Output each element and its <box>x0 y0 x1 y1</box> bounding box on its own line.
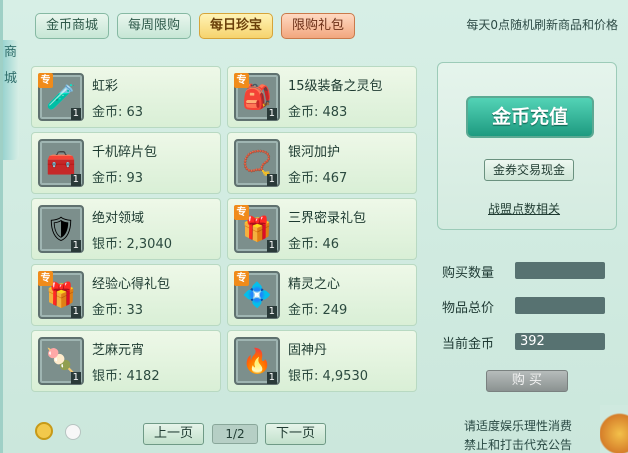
item-price: 金币: 483 <box>288 105 348 120</box>
alliance-points-link[interactable]: 战盟点数相关 <box>488 200 560 217</box>
elixir-icon: 🔥 1 <box>234 337 280 385</box>
rice-dumpling-icon: 🍡 1 <box>38 337 84 385</box>
item-glyph: 🧪 <box>46 83 76 111</box>
item-price: 银币: 2,3040 <box>92 237 172 252</box>
item-price: 金币: 33 <box>92 303 144 318</box>
item-glyph: 🎒 <box>242 83 272 111</box>
item-name: 精灵之心 <box>288 277 341 292</box>
corner-emblem-icon <box>600 405 628 453</box>
item-price: 金币: 249 <box>288 303 348 318</box>
item-quantity: 1 <box>70 306 81 318</box>
item-price: 银币: 4182 <box>92 369 160 384</box>
item-glyph: 🎁 <box>46 281 76 309</box>
item-glyph: 🎁 <box>242 215 272 243</box>
coupon-trade-button[interactable]: 金券交易现金 <box>484 159 574 181</box>
tab-daily-treasure[interactable]: 每日珍宝 <box>199 13 274 39</box>
item-card[interactable]: 🔥 1 固神丹 银币: 4,9530 <box>227 330 417 392</box>
toggle-dot-icon[interactable] <box>65 424 81 440</box>
necklace-icon: 📿 1 <box>234 139 280 187</box>
item-quantity: 1 <box>70 174 81 186</box>
item-name: 三界密录礼包 <box>288 211 367 226</box>
page-indicator: 1/2 <box>212 424 258 444</box>
item-card[interactable]: 🧰 1 千机碎片包 金币: 93 <box>31 132 221 194</box>
item-name: 虹彩 <box>92 79 119 94</box>
item-quantity: 1 <box>266 174 277 186</box>
item-glyph: 💠 <box>242 281 272 309</box>
side-label-char-2: 城 <box>4 71 18 86</box>
armor-icon: 🛡 1 <box>38 205 84 253</box>
refresh-notice: 每天0点随机刷新商品和价格 <box>466 18 618 32</box>
item-name: 银河加护 <box>288 145 341 160</box>
tab-bar: 金币商城 每周限购 每日珍宝 限购礼包 <box>35 13 356 39</box>
tab-limited-gift[interactable]: 限购礼包 <box>281 13 356 39</box>
item-card[interactable]: 🧪 专 1 虹彩 金币: 63 <box>31 66 221 128</box>
item-glyph: 🍡 <box>46 347 76 375</box>
total-price-field <box>515 297 605 314</box>
fragment-pack-icon: 🧰 1 <box>38 139 84 187</box>
item-quantity: 1 <box>266 306 277 318</box>
item-price: 金币: 467 <box>288 171 348 186</box>
next-page-button[interactable]: 下一页 <box>265 423 327 445</box>
buy-quantity-label: 购买数量 <box>442 266 495 281</box>
item-glyph: 🧰 <box>46 149 76 177</box>
item-glyph: 🛡 <box>45 215 77 243</box>
item-quantity: 1 <box>70 108 81 120</box>
item-quantity: 1 <box>266 372 277 384</box>
side-label: 商 城 <box>3 40 19 160</box>
exclusive-badge: 专 <box>234 73 249 88</box>
item-name: 经验心得礼包 <box>92 277 171 292</box>
item-card[interactable]: 💠 专 1 精灵之心 金币: 249 <box>227 264 417 326</box>
item-name: 15级装备之灵包 <box>288 79 383 94</box>
disclaimer: 请适度娱乐理性消费 禁止和打击代充公告 <box>464 417 572 453</box>
exclusive-badge: 专 <box>38 271 53 286</box>
gift-bag-icon: 🎁 专 1 <box>234 205 280 253</box>
item-price: 金币: 63 <box>92 105 144 120</box>
item-glyph: 📿 <box>242 149 272 177</box>
item-name: 绝对领域 <box>92 211 145 226</box>
item-name: 千机碎片包 <box>92 145 158 160</box>
shop-window: 商 城 金币商城 每周限购 每日珍宝 限购礼包 每天0点随机刷新商品和价格 🧪 … <box>0 0 628 453</box>
item-grid: 🧪 专 1 虹彩 金币: 63 🎒 专 1 15级装备之灵包 金币: 483 🧰… <box>31 66 417 392</box>
item-card[interactable]: 🍡 1 芝麻元宵 银币: 4182 <box>31 330 221 392</box>
item-quantity: 1 <box>70 240 81 252</box>
item-quantity: 1 <box>70 372 81 384</box>
buy-quantity-field[interactable] <box>515 262 605 279</box>
exclusive-badge: 专 <box>234 271 249 286</box>
equipment-spirit-pack-icon: 🎒 专 1 <box>234 73 280 121</box>
side-label-char-1: 商 <box>4 45 18 60</box>
item-card[interactable]: 🛡 1 绝对领域 银币: 2,3040 <box>31 198 221 260</box>
item-card[interactable]: 📿 1 银河加护 金币: 467 <box>227 132 417 194</box>
item-name: 固神丹 <box>288 343 328 358</box>
perfume-bottle-icon: 🧪 专 1 <box>38 73 84 121</box>
item-glyph: 🔥 <box>242 347 272 375</box>
spirit-heart-icon: 💠 专 1 <box>234 271 280 319</box>
recharge-gold-button[interactable]: 金币充值 <box>466 96 594 138</box>
recharge-panel: 金币充值 金券交易现金 战盟点数相关 <box>437 62 617 230</box>
item-card[interactable]: 🎒 专 1 15级装备之灵包 金币: 483 <box>227 66 417 128</box>
exclusive-badge: 专 <box>38 73 53 88</box>
prev-page-button[interactable]: 上一页 <box>143 423 205 445</box>
experience-gift-bag-icon: 🎁 专 1 <box>38 271 84 319</box>
item-price: 银币: 4,9530 <box>288 369 368 384</box>
total-price-label: 物品总价 <box>442 301 495 316</box>
item-price: 金币: 46 <box>288 237 340 252</box>
zoom-icon[interactable] <box>35 422 53 440</box>
tab-gold-shop[interactable]: 金币商城 <box>35 13 110 39</box>
item-quantity: 1 <box>266 108 277 120</box>
pagination-bar: 上一页 1/2 下一页 <box>31 414 417 450</box>
item-card[interactable]: 🎁 专 1 三界密录礼包 金币: 46 <box>227 198 417 260</box>
item-card[interactable]: 🎁 专 1 经验心得礼包 金币: 33 <box>31 264 221 326</box>
current-gold-field: 392 <box>515 333 605 350</box>
item-price: 金币: 93 <box>92 171 144 186</box>
exclusive-badge: 专 <box>234 205 249 220</box>
item-quantity: 1 <box>266 240 277 252</box>
moderate-spending-notice: 请适度娱乐理性消费 <box>464 419 573 433</box>
item-name: 芝麻元宵 <box>92 343 145 358</box>
anti-proxy-recharge-link[interactable]: 禁止和打击代充公告 <box>464 436 572 453</box>
buy-button[interactable]: 购 买 <box>486 370 568 392</box>
tab-weekly-limited[interactable]: 每周限购 <box>117 13 192 39</box>
current-gold-label: 当前金币 <box>442 337 495 352</box>
